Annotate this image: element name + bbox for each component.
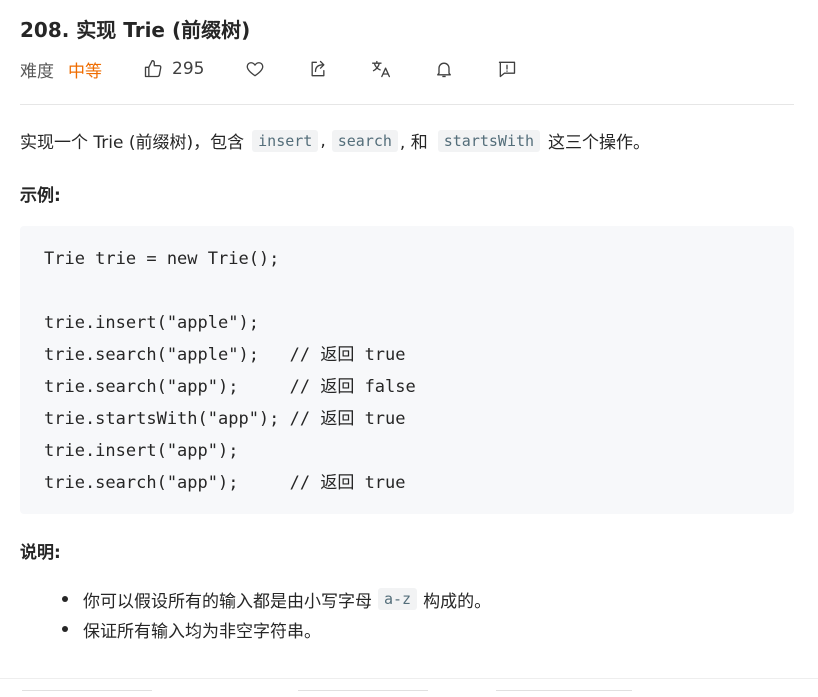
example-code-block: Trie trie = new Trie(); trie.insert("app…: [20, 226, 794, 514]
code-line: trie.search("app"); // 返回 true: [44, 473, 406, 493]
note-1-suffix: 构成的。: [423, 591, 492, 612]
code-insert: insert: [252, 129, 319, 152]
code-line: trie.search("app"); // 返回 false: [44, 377, 416, 397]
list-item: 保证所有输入均为非空字符串。: [62, 614, 491, 644]
problem-meta-bar: 难度 中等 295: [20, 56, 518, 82]
code-line: trie.search("apple"); // 返回 true: [44, 345, 406, 365]
bottom-tab-strip: [0, 690, 818, 696]
bell-icon[interactable]: [433, 58, 455, 80]
bullet: [62, 626, 68, 632]
translate-icon[interactable]: [370, 58, 392, 80]
code-line: trie.startsWith("app"); // 返回 true: [44, 409, 406, 429]
code-line: trie.insert("apple");: [44, 313, 259, 333]
code-startswith: startsWith: [437, 129, 541, 152]
example-heading: 示例:: [20, 186, 61, 206]
footer-divider: [0, 678, 818, 679]
difficulty-value: 中等: [68, 61, 102, 82]
description-sep1: ,: [320, 130, 326, 151]
code-search: search: [331, 129, 398, 152]
bullet: [62, 596, 68, 602]
description-suffix: 这三个操作。: [548, 133, 651, 153]
list-item: 你可以假设所有的输入都是由小写字母 a-z 构成的。: [62, 584, 491, 614]
like-button[interactable]: 295: [142, 58, 204, 80]
difficulty-label: 难度: [20, 61, 54, 82]
description-prefix: 实现一个 Trie (前缀树)，包含: [20, 133, 245, 153]
notes-heading: 说明:: [20, 543, 61, 563]
problem-title: 208. 实现 Trie (前缀树): [20, 18, 251, 42]
share-icon[interactable]: [307, 58, 329, 80]
thumbs-up-icon: [142, 58, 164, 80]
notes-list: 你可以假设所有的输入都是由小写字母 a-z 构成的。 保证所有输入均为非空字符串…: [62, 584, 491, 644]
feedback-icon[interactable]: [496, 58, 518, 80]
note-1-prefix: 你可以假设所有的输入都是由小写字母: [83, 591, 372, 612]
problem-description: 实现一个 Trie (前缀树)，包含 insert , search , 和 s…: [20, 128, 650, 153]
header-divider: [20, 104, 794, 105]
code-line: Trie trie = new Trie();: [44, 249, 280, 269]
note-2: 保证所有输入均为非空字符串。: [83, 621, 321, 642]
heart-icon[interactable]: [244, 58, 266, 80]
code-a-z: a-z: [378, 588, 418, 610]
like-count: 295: [172, 59, 205, 79]
code-line: trie.insert("app");: [44, 441, 239, 461]
description-sep2: , 和: [399, 133, 428, 153]
